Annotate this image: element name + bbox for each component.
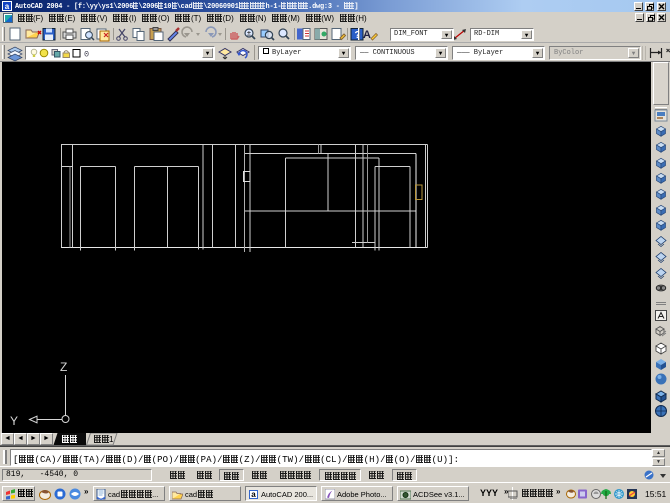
svg-text:Z: Z	[60, 360, 67, 374]
svg-text:±: ±	[247, 31, 251, 38]
svg-text:Y: Y	[10, 414, 18, 428]
svg-text:A: A	[363, 29, 371, 41]
svg-text:0: 0	[84, 49, 89, 59]
